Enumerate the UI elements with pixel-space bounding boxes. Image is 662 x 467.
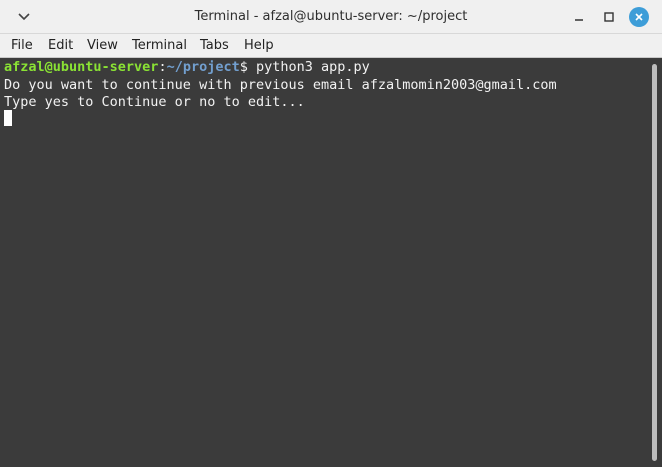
output-line: Do you want to continue with previous em… [4, 77, 557, 93]
prompt-symbol: $ [239, 59, 248, 75]
menu-help[interactable]: Help [244, 34, 274, 58]
prompt-user: afzal@ubuntu-server [4, 59, 159, 75]
maximize-icon[interactable] [599, 7, 619, 27]
menu-tabs[interactable]: Tabs [200, 34, 229, 58]
prompt-colon: : [158, 59, 167, 75]
close-icon[interactable] [629, 7, 649, 27]
menu-edit[interactable]: Edit [48, 34, 73, 58]
title-bar: Terminal - afzal@ubuntu-server: ~/projec… [0, 0, 662, 34]
terminal-window: Terminal - afzal@ubuntu-server: ~/projec… [0, 0, 662, 467]
scrollbar[interactable] [646, 58, 662, 467]
minimize-icon[interactable] [569, 7, 589, 27]
command-text: python3 app.py [247, 59, 370, 75]
menu-file[interactable]: File [11, 34, 33, 58]
menu-terminal[interactable]: Terminal [132, 34, 187, 58]
window-title: Terminal - afzal@ubuntu-server: ~/projec… [194, 9, 468, 24]
output-line: Type yes to Continue or no to edit... [4, 94, 305, 110]
scrollbar-thumb[interactable] [652, 64, 657, 461]
menu-view[interactable]: View [87, 34, 118, 58]
prompt-path: ~/project [166, 59, 240, 75]
prompt-line: afzal@ubuntu-server:~/project$ python3 a… [4, 58, 370, 76]
terminal-output[interactable]: afzal@ubuntu-server:~/project$ python3 a… [0, 58, 646, 467]
text-cursor [4, 110, 12, 126]
menu-bar: File Edit View Terminal Tabs Help [0, 34, 662, 58]
